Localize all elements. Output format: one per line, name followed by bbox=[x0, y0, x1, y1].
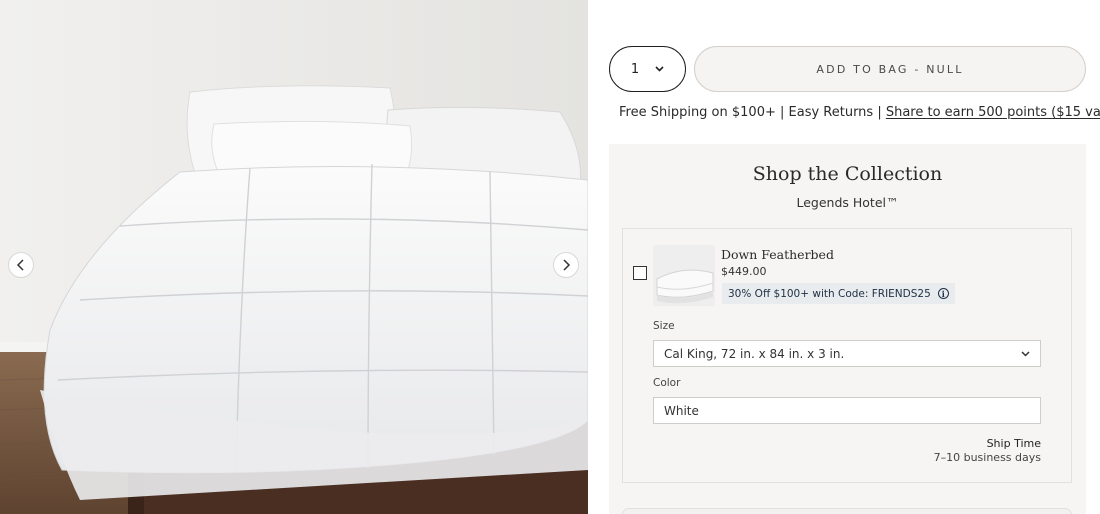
info-icon[interactable]: i bbox=[937, 288, 949, 299]
promo-text: 30% Off $100+ with Code: FRIENDS25 bbox=[728, 287, 931, 300]
color-field[interactable]: White bbox=[653, 397, 1041, 424]
share-points-link[interactable]: Share to earn 500 points ($15 value) bbox=[886, 105, 1100, 120]
ship-time-value: 7–10 business days bbox=[933, 451, 1041, 464]
chevron-right-icon bbox=[563, 259, 571, 271]
quantity-select[interactable]: 1 bbox=[609, 46, 686, 92]
promo-badge: 30% Off $100+ with Code: FRIENDS25 i bbox=[722, 283, 955, 304]
add-to-bag-label: ADD TO BAG - NULL bbox=[816, 62, 964, 76]
collection-subtitle: Legends Hotel™ bbox=[796, 195, 899, 210]
size-label: Size bbox=[653, 320, 675, 332]
gallery-next-button[interactable] bbox=[553, 252, 579, 278]
product-name[interactable]: Down Featherbed bbox=[721, 247, 834, 262]
product-image-gallery bbox=[0, 0, 588, 514]
shipping-info: Free Shipping on $100+ | Easy Returns | … bbox=[619, 105, 1100, 120]
chevron-down-icon bbox=[655, 66, 664, 72]
color-label: Color bbox=[653, 377, 681, 389]
collection-title: Shop the Collection bbox=[752, 163, 943, 185]
featherbed-image bbox=[653, 245, 715, 306]
ship-time-label: Ship Time bbox=[986, 437, 1041, 450]
product-price: $449.00 bbox=[721, 265, 767, 278]
featherbed-thumbnail[interactable] bbox=[653, 245, 715, 306]
comforter-bed-photo bbox=[0, 0, 588, 514]
color-value: White bbox=[664, 403, 699, 418]
size-select[interactable]: Cal King, 72 in. x 84 in. x 3 in. bbox=[653, 340, 1041, 367]
shipping-text: Free Shipping on $100+ | Easy Returns | bbox=[619, 105, 886, 120]
chevron-left-icon bbox=[16, 259, 24, 271]
product-select-checkbox[interactable] bbox=[633, 266, 647, 280]
quantity-value: 1 bbox=[630, 61, 640, 77]
gallery-prev-button[interactable] bbox=[8, 252, 34, 278]
chevron-down-icon bbox=[1021, 350, 1030, 357]
size-value: Cal King, 72 in. x 84 in. x 3 in. bbox=[664, 346, 845, 361]
add-to-bag-button[interactable]: ADD TO BAG - NULL bbox=[694, 46, 1086, 92]
next-product-card bbox=[622, 508, 1072, 514]
